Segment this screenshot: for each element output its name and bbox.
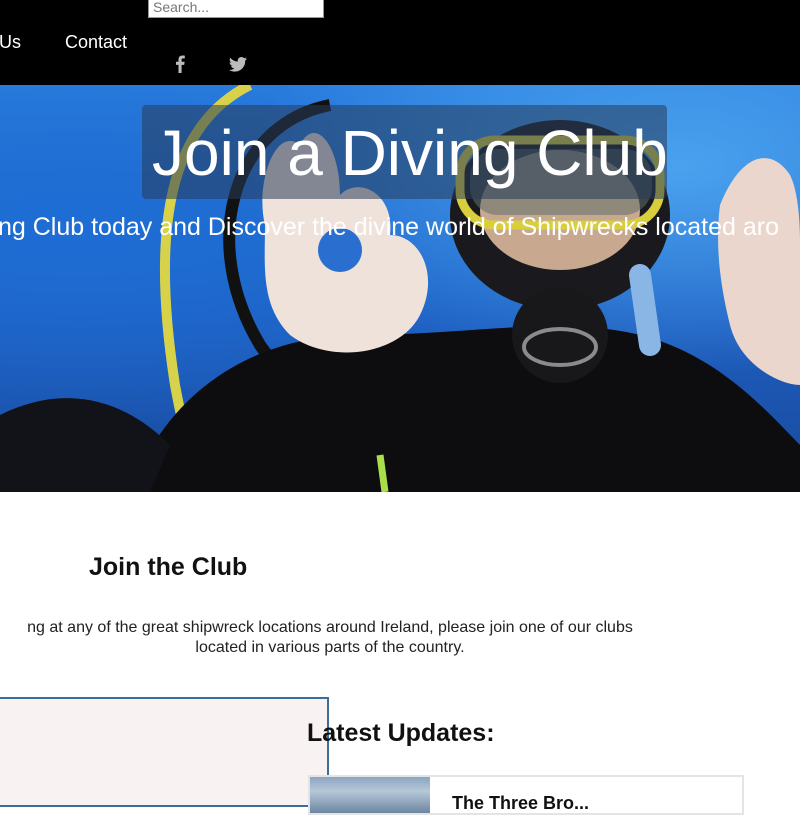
search-input[interactable]: [148, 0, 324, 18]
twitter-icon[interactable]: [228, 54, 248, 74]
update-card[interactable]: The Three Bro...: [308, 775, 744, 815]
intro-line-1: ng at any of the great shipwreck locatio…: [27, 619, 633, 636]
facebook-icon[interactable]: [170, 54, 190, 74]
hero-banner: Join a Diving Club ng Club today and Dis…: [0, 85, 800, 492]
top-navbar: Us Contact: [0, 0, 800, 85]
update-thumbnail: [310, 777, 430, 813]
hero-title: Join a Diving Club: [152, 117, 668, 189]
latest-updates-title: Latest Updates:: [307, 719, 495, 747]
nav-link-about-us[interactable]: Us: [0, 32, 21, 53]
intro-line-2: located in various parts of the country.: [195, 639, 465, 656]
nav-link-contact[interactable]: Contact: [65, 32, 127, 53]
section-title-join-club: Join the Club: [89, 553, 248, 581]
intro-paragraph: ng at any of the great shipwreck locatio…: [0, 618, 680, 658]
update-heading: The Three Bro...: [452, 793, 590, 813]
hero-subtitle: ng Club today and Discover the divine wo…: [0, 213, 779, 241]
club-panel: [0, 697, 329, 807]
